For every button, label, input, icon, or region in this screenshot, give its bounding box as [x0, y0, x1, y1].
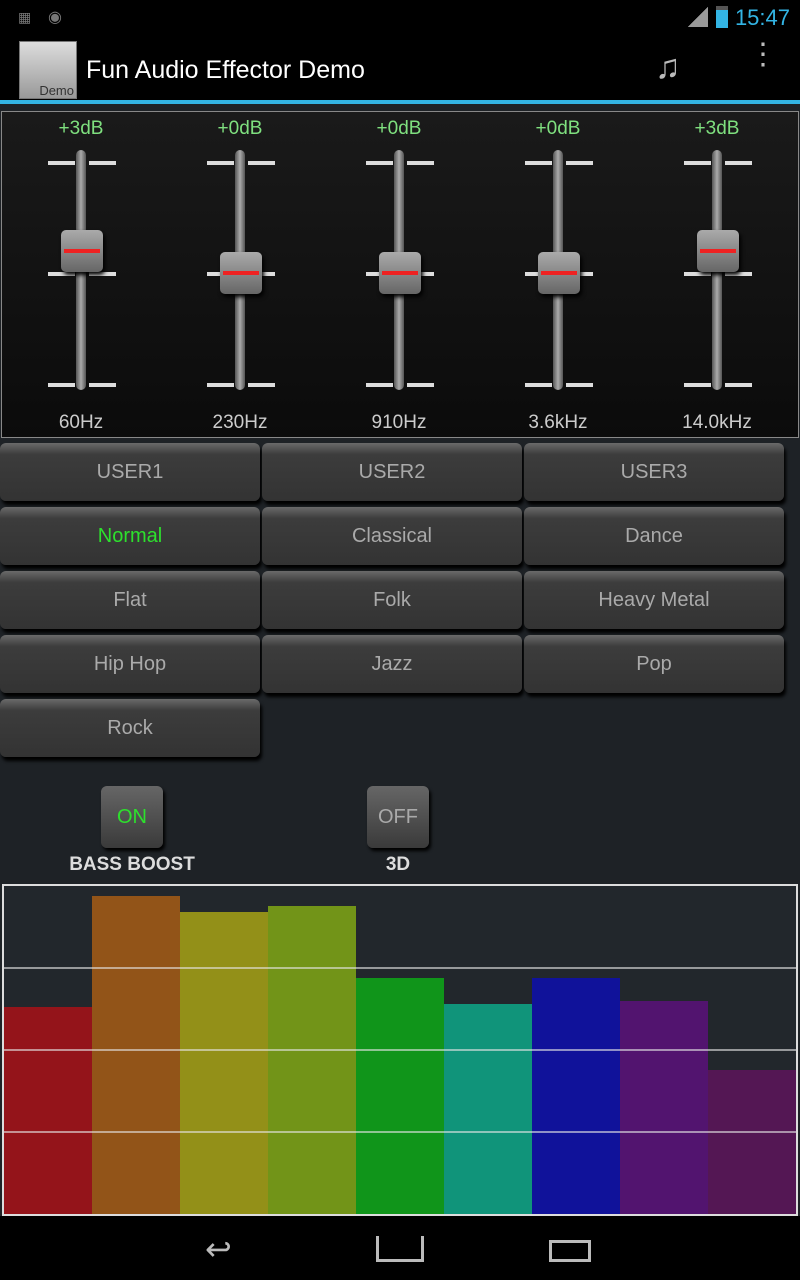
preset-button[interactable]: Hip Hop	[0, 635, 260, 693]
signal-icon	[688, 7, 708, 27]
clock: 15:47	[734, 5, 790, 30]
slider-knob[interactable]	[379, 252, 421, 294]
eq-band: +3dB 60Hz	[26, 112, 136, 437]
spectrum-bar	[92, 895, 180, 1214]
3d-label: 3D	[385, 854, 411, 875]
back-icon[interactable]: ↩	[205, 1230, 232, 1268]
tick-max	[525, 161, 593, 165]
preset-button[interactable]: Pop	[524, 635, 784, 693]
action-bar: Demo Fun Audio Effector Demo ♫ ⋮	[0, 34, 800, 104]
bass-boost-label: BASS BOOST	[69, 854, 195, 875]
preset-button[interactable]: Normal	[0, 507, 260, 565]
eq-band: +0dB 230Hz	[185, 112, 295, 437]
status-bar: ▦ ◉ 15:47	[0, 0, 800, 34]
preset-button[interactable]: Heavy Metal	[524, 571, 784, 629]
bass-boost-toggle[interactable]: ON	[101, 786, 163, 848]
tick-max	[207, 161, 275, 165]
grid-line	[4, 1049, 796, 1051]
tick-min	[48, 383, 116, 387]
spectrum-bar	[268, 905, 356, 1214]
preset-button[interactable]: USER3	[524, 443, 784, 501]
app-icon-label: Demo	[39, 83, 74, 98]
eq-band: +0dB 3.6kHz	[503, 112, 613, 437]
spectrum-bar	[444, 1004, 532, 1214]
slider-knob[interactable]	[61, 229, 103, 272]
tick-min	[684, 383, 752, 387]
grid-line	[4, 1131, 796, 1133]
overflow-menu-icon[interactable]: ⋮	[748, 40, 778, 70]
grid-line	[4, 967, 796, 969]
preset-button[interactable]: Folk	[262, 571, 522, 629]
3d-state: OFF	[378, 806, 418, 828]
tick-min	[207, 383, 275, 387]
battery-charging-icon	[716, 6, 728, 28]
preset-button[interactable]: Jazz	[262, 635, 522, 693]
music-note-icon[interactable]: ♫	[655, 48, 681, 87]
spectrum-bar	[4, 1007, 92, 1214]
eq-band: +3dB 14.0kHz	[662, 112, 772, 437]
slider-knob[interactable]	[538, 252, 580, 294]
navigation-bar: ↩	[0, 1216, 800, 1280]
spectrum-visualizer	[2, 884, 798, 1216]
bass-boost-state: ON	[117, 806, 147, 828]
equalizer-panel: +3dB 60Hz +0dB 230Hz +0dB 910Hz +0dB 3.6kHz…	[1, 111, 799, 438]
tick-min	[525, 383, 593, 387]
recent-apps-icon[interactable]	[549, 1240, 591, 1262]
gain-label: +3dB	[58, 118, 104, 139]
app-icon[interactable]: Demo	[19, 41, 77, 99]
preset-button[interactable]: USER2	[262, 443, 522, 501]
gain-label: +0dB	[376, 118, 422, 139]
notification-record-icon: ◉	[48, 9, 62, 26]
tick-max	[366, 161, 434, 165]
preset-button[interactable]: Rock	[0, 699, 260, 757]
band-frequency: 3.6kHz	[528, 412, 588, 433]
preset-button[interactable]: Dance	[524, 507, 784, 565]
band-frequency: 910Hz	[371, 412, 427, 433]
tick-min	[366, 383, 434, 387]
tick-max	[684, 161, 752, 165]
slider-knob[interactable]	[220, 252, 262, 294]
preset-button[interactable]: Flat	[0, 571, 260, 629]
app-title: Fun Audio Effector Demo	[86, 56, 365, 84]
band-frequency: 14.0kHz	[682, 412, 752, 433]
spectrum-bar	[180, 912, 268, 1214]
tick-zero	[684, 272, 752, 276]
gain-label: +3dB	[694, 118, 740, 139]
band-frequency: 60Hz	[58, 412, 104, 433]
spectrum-bar	[620, 1000, 708, 1214]
preset-button[interactable]: USER1	[0, 443, 260, 501]
spectrum-bar	[356, 977, 444, 1214]
tick-zero	[48, 272, 116, 276]
home-icon[interactable]	[376, 1236, 424, 1262]
band-frequency: 230Hz	[212, 412, 268, 433]
gain-label: +0dB	[535, 118, 581, 139]
notification-equalizer-icon: ▦	[18, 9, 32, 25]
slider-knob[interactable]	[697, 229, 739, 272]
3d-toggle[interactable]: OFF	[367, 786, 429, 848]
preset-button[interactable]: Classical	[262, 507, 522, 565]
spectrum-bar	[532, 977, 620, 1214]
eq-band: +0dB 910Hz	[344, 112, 454, 437]
tick-max	[48, 161, 116, 165]
gain-label: +0dB	[217, 118, 263, 139]
spectrum-bar	[708, 1069, 796, 1214]
